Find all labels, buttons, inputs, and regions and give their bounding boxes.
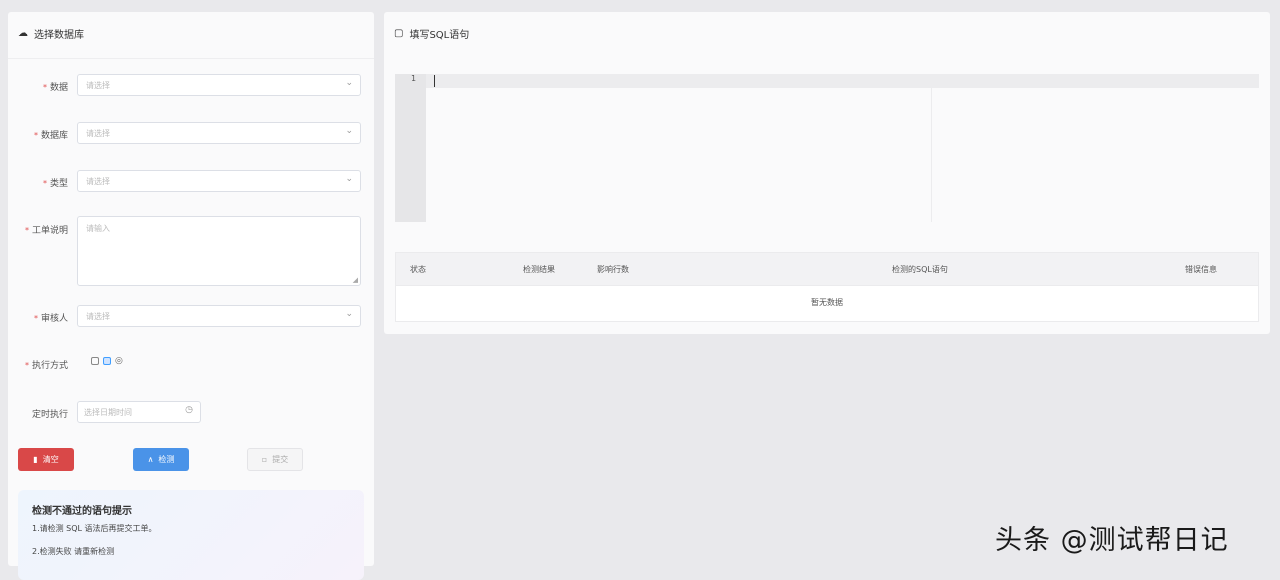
chevron-down-icon: ⌄ [345,174,353,184]
info-box: 检测不通过的语句提示 1.请检测 SQL 语法后再提交工单。 2.检测失败 请重… [18,490,364,580]
info-title: 检测不通过的语句提示 [32,506,132,517]
check-result-table: 状态 检测结果 影响行数 检测的SQL语句 错误信息 暂无数据 [395,252,1259,322]
database-icon: ☁ [18,28,28,39]
field-label-3: * 类型 [42,179,68,189]
schedule-label: 定时执行 [31,410,68,420]
form-panel-title: 选择数据库 [34,30,84,41]
schedule-placeholder: 选择日期时间 [84,408,132,417]
description-placeholder: 请输入 [86,224,110,233]
submit-button-label: 提交 [272,455,289,464]
form-panel-header: ☁ 选择数据库 [18,26,84,41]
header-divider [8,58,374,59]
chevron-down-icon: ⌄ [345,126,353,136]
submit-icon: ▫ [261,455,268,464]
clear-button[interactable]: ▮ 清空 [18,448,74,471]
chevron-down-icon: ⌄ [345,78,353,88]
calendar-icon: ◷ [185,405,193,415]
submit-button[interactable]: ▫ 提交 [247,448,303,471]
line-number: 1 [411,74,417,83]
radio-option-1[interactable] [91,357,99,365]
check-button-label: 检测 [158,455,175,464]
column-header-sql: 检测的SQL语句 [892,265,948,274]
database-select[interactable]: 请选择 ⌄ [77,122,361,144]
check-button[interactable]: ∧ 检测 [133,448,189,471]
database-select-placeholder: 请选择 [86,129,110,138]
type-select-placeholder: 请选择 [86,177,110,186]
table-header: 状态 检测结果 影响行数 检测的SQL语句 错误信息 [396,253,1258,286]
info-line-2: 2.检测失败 请重新检测 [32,547,115,556]
resize-handle-icon[interactable]: ◢ [353,276,358,284]
sql-panel-header: ▢ 填写SQL语句 [394,26,469,41]
instance-select-placeholder: 请选择 [86,81,110,90]
field-label-2: * 数据库 [33,131,68,141]
text-caret [434,75,435,87]
watermark-text: 头条 @测试帮日记 [995,525,1229,556]
instance-select[interactable]: 请选择 ⌄ [77,74,361,96]
execute-type-label: * 执行方式 [24,361,68,371]
description-label: * 工单说明 [24,226,68,236]
sql-panel: ▢ 填写SQL语句 1 状态 检测结果 影响行数 检测的SQL语句 错误信息 暂… [384,12,1270,334]
radio-option-2[interactable] [103,357,111,365]
type-select[interactable]: 请选择 ⌄ [77,170,361,192]
sql-panel-title: 填写SQL语句 [409,30,470,41]
line-number-gutter: 1 [395,74,426,222]
column-header-error: 错误信息 [1185,265,1217,274]
info-line-1: 1.请检测 SQL 语法后再提交工单。 [32,524,157,533]
active-line-highlight [426,74,1259,88]
sql-editor[interactable]: 1 [395,74,1259,222]
column-header-result: 检测结果 [523,265,555,274]
trash-icon: ▮ [33,455,38,464]
form-panel: ☁ 选择数据库 * 数据 请选择 ⌄ * 数据库 请选择 ⌄ * 类型 请选择 ⌄ *… [8,12,374,580]
clear-button-label: 清空 [42,455,59,464]
schedule-datetime-picker[interactable]: 选择日期时间 ◷ [77,401,201,423]
field-label-1: * 数据 [42,83,68,93]
check-icon: ∧ [147,455,154,464]
reviewer-select[interactable]: 请选择 ⌄ [77,305,361,327]
empty-table-text: 暂无数据 [811,298,843,307]
execute-type-radio-group: ◎ [91,356,123,366]
print-margin [931,74,932,222]
edit-icon: ▢ [394,28,404,39]
description-textarea[interactable]: 请输入 ◢ [77,216,361,286]
radio-option-3-icon[interactable]: ◎ [115,356,123,366]
column-header-status: 状态 [410,265,426,274]
column-header-rows: 影响行数 [597,265,629,274]
reviewer-select-placeholder: 请选择 [86,312,110,321]
chevron-down-icon: ⌄ [345,309,353,319]
reviewer-label: * 审核人 [33,314,68,324]
